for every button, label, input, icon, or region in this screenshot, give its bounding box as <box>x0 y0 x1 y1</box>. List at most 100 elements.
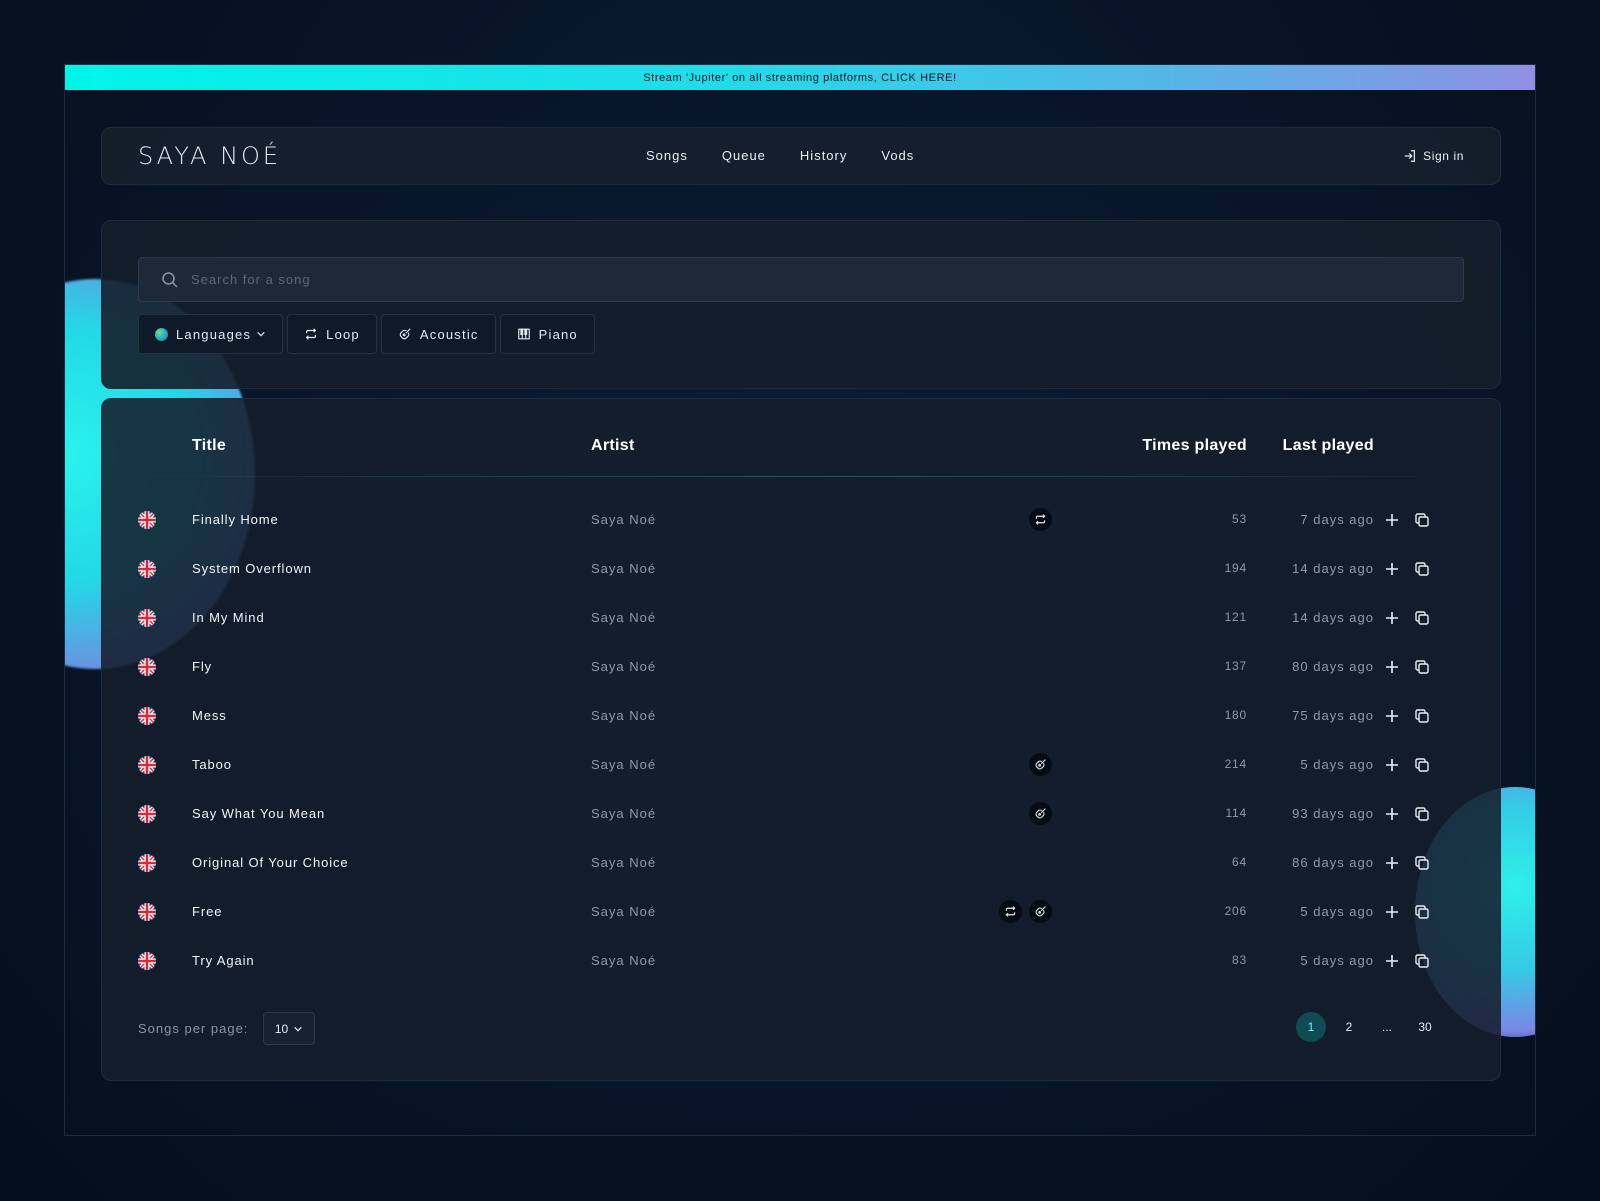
copy-button[interactable] <box>1414 904 1430 920</box>
plus-icon <box>1384 610 1400 626</box>
song-artist: Saya Noé <box>591 708 657 723</box>
chevron-down-icon <box>257 331 265 337</box>
add-to-queue-button[interactable] <box>1384 855 1400 871</box>
last-played: 5 days ago <box>1300 953 1374 968</box>
add-to-queue-button[interactable] <box>1384 610 1400 626</box>
song-title[interactable]: System Overflown <box>192 561 312 576</box>
table-row[interactable]: In My Mind Saya Noé 121 14 days ago <box>102 594 1500 642</box>
app-frame: Stream 'Jupiter' on all streaming platfo… <box>64 64 1536 1136</box>
song-title[interactable]: Say What You Mean <box>192 806 325 821</box>
add-to-queue-button[interactable] <box>1384 708 1400 724</box>
search-input[interactable] <box>191 272 1391 287</box>
table-row[interactable]: Taboo Saya Noé 214 5 days ago <box>102 741 1500 789</box>
piano-filter-button[interactable]: Piano <box>499 314 595 354</box>
song-artist: Saya Noé <box>591 512 657 527</box>
table-row[interactable]: Original Of Your Choice Saya Noé 64 86 days… <box>102 839 1500 887</box>
song-title[interactable]: Free <box>192 904 222 919</box>
acoustic-filter-button[interactable]: Acoustic <box>380 314 496 354</box>
last-played: 93 days ago <box>1292 806 1374 821</box>
songs-per-page-select[interactable]: 10 <box>263 1012 315 1045</box>
table-row[interactable]: Fly Saya Noé 137 80 days ago <box>102 643 1500 691</box>
song-title[interactable]: Mess <box>192 708 227 723</box>
loop-icon <box>1004 905 1017 918</box>
nav-vods[interactable]: Vods <box>881 148 914 163</box>
acoustic-tag-badge <box>1029 802 1052 825</box>
loop-label: Loop <box>326 326 360 342</box>
copy-button[interactable] <box>1414 757 1430 773</box>
songs-per-page-value: 10 <box>274 1021 289 1036</box>
search-box[interactable] <box>138 257 1464 302</box>
uk-flag-icon <box>138 805 156 823</box>
copy-button[interactable] <box>1414 708 1430 724</box>
add-to-queue-button[interactable] <box>1384 953 1400 969</box>
chevron-down-icon <box>294 1026 302 1032</box>
page-button-2[interactable]: 2 <box>1330 1012 1368 1042</box>
table-row[interactable]: Free Saya Noé 206 5 days ago <box>102 888 1500 936</box>
table-row[interactable]: System Overflown Saya Noé 194 14 days ago <box>102 545 1500 593</box>
copy-icon <box>1414 610 1430 626</box>
announcement-banner[interactable]: Stream 'Jupiter' on all streaming platfo… <box>65 65 1535 90</box>
loop-icon <box>1034 513 1047 526</box>
copy-icon <box>1414 757 1430 773</box>
uk-flag-icon <box>138 903 156 921</box>
acoustic-tag-badge <box>1029 753 1052 776</box>
copy-icon <box>1414 659 1430 675</box>
song-artist: Saya Noé <box>591 561 657 576</box>
plus-icon <box>1384 757 1400 773</box>
copy-button[interactable] <box>1414 512 1430 528</box>
languages-dropdown[interactable]: Languages <box>138 314 284 354</box>
table-row[interactable]: Mess Saya Noé 180 75 days ago <box>102 692 1500 740</box>
nav-songs[interactable]: Songs <box>646 148 688 163</box>
last-played: 86 days ago <box>1292 855 1374 870</box>
filter-bar: Languages Loop Acoustic Piano <box>138 314 595 354</box>
header-times-played[interactable]: Times played <box>1142 437 1247 455</box>
last-played: 80 days ago <box>1292 659 1374 674</box>
uk-flag-icon <box>138 609 156 627</box>
acoustic-label: Acoustic <box>419 326 479 342</box>
add-to-queue-button[interactable] <box>1384 512 1400 528</box>
brand-logo[interactable]: SAYA NOÉ <box>138 142 281 170</box>
song-artist: Saya Noé <box>591 610 657 625</box>
copy-button[interactable] <box>1414 806 1430 822</box>
last-played: 75 days ago <box>1292 708 1374 723</box>
add-to-queue-button[interactable] <box>1384 561 1400 577</box>
header-last-played[interactable]: Last played <box>1283 437 1374 455</box>
copy-button[interactable] <box>1414 855 1430 871</box>
sign-in-icon <box>1404 150 1416 162</box>
song-artist: Saya Noé <box>591 904 657 919</box>
song-title[interactable]: Fly <box>192 659 212 674</box>
song-title[interactable]: In My Mind <box>192 610 265 625</box>
copy-button[interactable] <box>1414 561 1430 577</box>
main-nav: Songs Queue History Vods <box>646 148 914 163</box>
page-number: 1 <box>1296 1012 1326 1042</box>
table-row[interactable]: Finally Home Saya Noé 53 7 days ago <box>102 496 1500 544</box>
last-played: 5 days ago <box>1300 757 1374 772</box>
copy-icon <box>1414 561 1430 577</box>
times-played: 206 <box>1224 904 1247 918</box>
add-to-queue-button[interactable] <box>1384 904 1400 920</box>
add-to-queue-button[interactable] <box>1384 659 1400 675</box>
copy-button[interactable] <box>1414 610 1430 626</box>
table-row[interactable]: Try Again Saya Noé 83 5 days ago <box>102 937 1500 985</box>
copy-button[interactable] <box>1414 953 1430 969</box>
table-row[interactable]: Say What You Mean Saya Noé 114 93 days ago <box>102 790 1500 838</box>
copy-button[interactable] <box>1414 659 1430 675</box>
uk-flag-icon <box>138 658 156 676</box>
page-button-30[interactable]: 30 <box>1406 1012 1444 1042</box>
song-title[interactable]: Taboo <box>192 757 232 772</box>
nav-history[interactable]: History <box>800 148 847 163</box>
uk-flag-icon <box>138 707 156 725</box>
song-title[interactable]: Original Of Your Choice <box>192 855 349 870</box>
song-title[interactable]: Finally Home <box>192 512 279 527</box>
add-to-queue-button[interactable] <box>1384 806 1400 822</box>
page-button-1[interactable]: 1 <box>1292 1012 1330 1042</box>
nav-queue[interactable]: Queue <box>722 148 766 163</box>
copy-icon <box>1414 904 1430 920</box>
add-to-queue-button[interactable] <box>1384 757 1400 773</box>
song-title[interactable]: Try Again <box>192 953 255 968</box>
languages-label: Languages <box>176 326 252 342</box>
header-artist[interactable]: Artist <box>591 437 635 455</box>
sign-in-button[interactable]: Sign in <box>1403 149 1464 163</box>
loop-filter-button[interactable]: Loop <box>287 314 377 354</box>
header-title[interactable]: Title <box>192 437 226 455</box>
